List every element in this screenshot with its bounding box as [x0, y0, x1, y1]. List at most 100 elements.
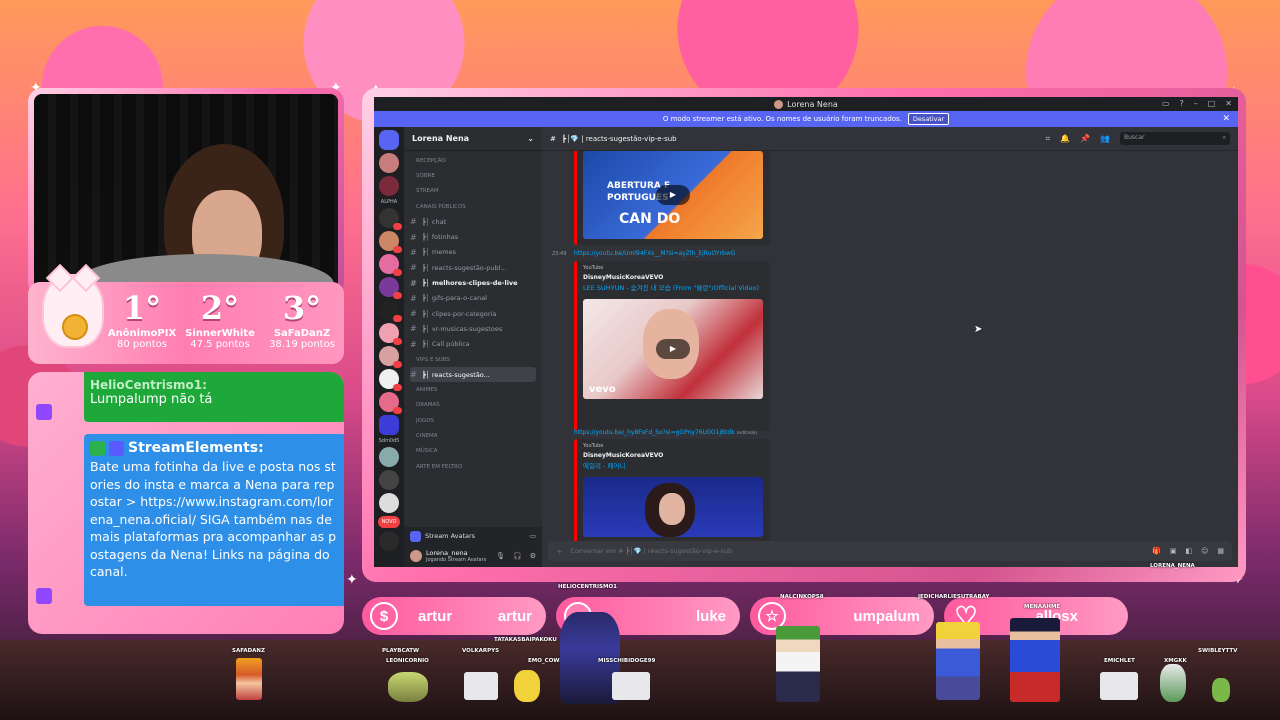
- message-composer[interactable]: ＋ Conversar em # ┣│💎 | reacts-sugestão-v…: [548, 541, 1232, 561]
- channel-label: ┣│ chat: [422, 217, 447, 226]
- server-icon[interactable]: [379, 153, 399, 173]
- user-panel: Lorena_nena Jogando Stream Avatars 🎙 🎧 ⚙: [404, 545, 542, 567]
- disable-button[interactable]: Desativar: [907, 113, 950, 125]
- video-thumbnail[interactable]: ABERTURA F PORTUGUES CAN DO ▶: [583, 151, 763, 239]
- mic-icon[interactable]: 🎙: [496, 552, 505, 560]
- server-icon[interactable]: [379, 531, 399, 551]
- video-embed: YouTube DisneyMusicKoreaVEVO 에일리 - 페어니: [574, 439, 770, 543]
- video-thumbnail[interactable]: vevo ▶: [583, 299, 763, 399]
- members-icon[interactable]: 👥: [1100, 134, 1110, 143]
- channel-category[interactable]: RECEPÇÃO: [410, 153, 536, 168]
- message-link[interactable]: https://youtu.be/Uml94FXs__M?si=ayZlh_Ej…: [574, 250, 735, 257]
- rank-points: 80 pontos: [117, 339, 167, 350]
- channel-category[interactable]: SOBRE: [410, 168, 536, 183]
- channel-category[interactable]: ANIMES: [410, 382, 536, 397]
- verified-badge-icon: [90, 440, 105, 456]
- rank-place: 3°: [282, 289, 322, 327]
- server-icon[interactable]: [379, 369, 402, 391]
- emoji-icon[interactable]: ☺: [1201, 547, 1208, 555]
- discord-window: Lorena Nena ▭ ? – □ ✕ O modo streamer es…: [374, 97, 1238, 567]
- embed-title[interactable]: 에일리 - 페어니: [583, 462, 764, 471]
- video-thumbnail[interactable]: [583, 477, 763, 537]
- channel-item[interactable]: # ┣│ fotinhas: [410, 229, 536, 244]
- sticker-icon[interactable]: ◧: [1185, 547, 1192, 555]
- server-icon[interactable]: [379, 176, 399, 196]
- message-link[interactable]: https://youtu.be/_hy8FsFd_5o?si=gGPny76U…: [574, 429, 757, 436]
- channel-label: ┣│ clipes-por-categoria: [422, 309, 497, 318]
- channel-category[interactable]: MÚSICA: [410, 444, 536, 459]
- channel-category[interactable]: CINEMA: [410, 428, 536, 443]
- server-icon[interactable]: [379, 447, 399, 467]
- hash-icon: #: [410, 278, 417, 288]
- play-icon[interactable]: ▶: [656, 185, 690, 205]
- channel-item[interactable]: # ┣│ reacts-sugestão-publ...: [410, 260, 536, 275]
- channel-item[interactable]: # ┣│ chat: [410, 214, 536, 229]
- channel-category[interactable]: VIPS E SUBS: [410, 352, 536, 367]
- chat-area: # ┣│💎 | reacts-sugestão-vip-e-sub ⌗ 🔔 📌 …: [542, 127, 1238, 567]
- headphones-icon[interactable]: 🎧: [513, 552, 522, 560]
- server-label: Sdm0d5: [378, 438, 400, 444]
- play-icon[interactable]: ▶: [656, 339, 690, 359]
- alert-name: luke: [695, 607, 726, 625]
- embed-author[interactable]: DisneyMusicKoreaVEVO: [583, 452, 764, 459]
- channel-item[interactable]: # ┣│ reacts-sugestão...: [410, 367, 536, 383]
- inbox-icon[interactable]: ▭: [1162, 99, 1170, 108]
- guild-header[interactable]: Lorena Nena ⌄: [404, 127, 542, 151]
- embed-author[interactable]: DisneyMusicKoreaVEVO: [583, 274, 764, 281]
- channel-category[interactable]: DRAMAS: [410, 398, 536, 413]
- screen-icon[interactable]: ▭: [530, 532, 536, 540]
- server-icon[interactable]: [379, 208, 402, 230]
- folder-icon[interactable]: [379, 415, 399, 435]
- avatar-sprite: [236, 658, 262, 700]
- embed-title[interactable]: LEE SUHYUN - 숨겨진 내 모습 (From "뮬란"/Officia…: [583, 284, 764, 293]
- avatar-sprite: [1100, 672, 1138, 700]
- channel-item[interactable]: # ┣│ clipes-por-categoria: [410, 306, 536, 321]
- bell-icon[interactable]: 🔔: [1060, 134, 1070, 143]
- server-icon[interactable]: [379, 493, 399, 513]
- channel-item[interactable]: # ┣│ memes: [410, 245, 536, 260]
- pin-icon[interactable]: 📌: [1080, 134, 1090, 143]
- search-input[interactable]: Buscar ⌕: [1120, 132, 1230, 145]
- apps-icon[interactable]: ▦: [1217, 547, 1224, 555]
- gif-icon[interactable]: ▣: [1170, 547, 1177, 555]
- channel-category[interactable]: CANAIS PÚBLICOS: [410, 199, 536, 214]
- close-icon[interactable]: ✕: [1222, 114, 1230, 124]
- channel-item[interactable]: # ┣│ Call pública: [410, 337, 536, 352]
- server-icon[interactable]: [379, 254, 402, 276]
- channel-item[interactable]: # ┣│ melhores-clipes-de-live: [410, 275, 536, 290]
- server-icon[interactable]: [379, 231, 402, 253]
- link-text[interactable]: https://youtu.be/_hy8FsFd_5o?si=gGPny76U…: [574, 429, 735, 436]
- avatar: [774, 99, 784, 109]
- add-attachment-icon[interactable]: ＋: [556, 546, 563, 556]
- channel-item[interactable]: # ┣│ gifs-para-o-canal: [410, 291, 536, 306]
- gear-icon[interactable]: ⚙: [530, 552, 536, 560]
- server-icon[interactable]: [379, 323, 402, 345]
- close-icon[interactable]: ✕: [1225, 99, 1232, 108]
- user-status: Jogando Stream Avatars: [426, 557, 487, 563]
- chevron-down-icon: ⌄: [527, 134, 534, 143]
- channel-item[interactable]: # ┣│ vr-musicas-sugestoes: [410, 321, 536, 336]
- discord-home-icon[interactable]: [379, 130, 399, 150]
- channel-category[interactable]: STREAM: [410, 184, 536, 199]
- server-icon[interactable]: [379, 346, 402, 368]
- server-icon[interactable]: [379, 300, 402, 322]
- avatar-name: SWIBLEYTTV: [1198, 648, 1238, 654]
- channel-category[interactable]: ARTE EM FELTRO: [410, 459, 536, 474]
- avatar-name: MENAAHME: [1024, 604, 1061, 610]
- voice-status[interactable]: Stream Avatars ▭: [404, 527, 542, 545]
- help-icon[interactable]: ?: [1179, 99, 1183, 108]
- server-icon[interactable]: [379, 277, 402, 299]
- threads-icon[interactable]: ⌗: [1046, 134, 1051, 144]
- mouse-cursor-icon: ➤: [974, 324, 983, 335]
- server-icon[interactable]: [379, 392, 402, 414]
- avatar[interactable]: [410, 550, 422, 562]
- avatar-name: HELIOCENTRISMO1: [558, 584, 617, 590]
- avatar-name: TATAKASBAIPAKOKU: [494, 637, 557, 643]
- avatar-sprite: [1010, 618, 1060, 702]
- minimize-icon[interactable]: –: [1194, 99, 1198, 108]
- maximize-icon[interactable]: □: [1208, 99, 1216, 108]
- channel-category[interactable]: JOGOS: [410, 413, 536, 428]
- chat-message: StreamElements: Bate uma fotinha da live…: [84, 434, 344, 606]
- server-icon[interactable]: [379, 470, 399, 490]
- gift-icon[interactable]: 🎁: [1152, 547, 1161, 555]
